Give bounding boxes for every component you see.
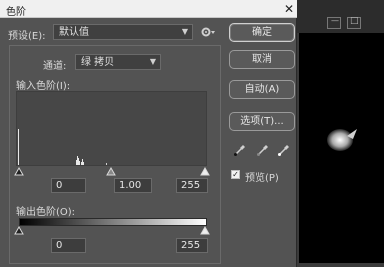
- output-black-value: 0: [56, 240, 63, 251]
- chevron-down-icon: ▼: [149, 57, 156, 66]
- histogram-graph: [18, 129, 107, 165]
- preset-label: 预设(E):: [8, 31, 46, 42]
- output-levels-label: 输出色阶(O):: [16, 207, 76, 218]
- maximize-icon: □: [350, 16, 359, 26]
- checkmark-icon: ✓: [232, 170, 239, 179]
- gray-eyedropper-icon[interactable]: [256, 143, 270, 157]
- output-white-field[interactable]: 255: [176, 238, 208, 253]
- input-slider-track[interactable]: [14, 167, 214, 177]
- gear-icon: [201, 27, 215, 37]
- dialog-titlebar: 色阶 ✕: [0, 0, 297, 18]
- dialog-title: 色阶: [6, 7, 26, 18]
- options-button[interactable]: 选项(T)...: [229, 112, 295, 131]
- canvas-image: [327, 129, 357, 151]
- channel-dropdown[interactable]: 绿 拷贝 ▼: [75, 54, 161, 70]
- input-black-point-handle: [14, 167, 24, 176]
- output-white-value: 255: [181, 240, 201, 251]
- preview-checkbox[interactable]: ✓: [231, 170, 240, 179]
- output-gradient-bar: [19, 218, 207, 226]
- close-icon[interactable]: ✕: [281, 0, 297, 18]
- chevron-down-icon: ▼: [181, 27, 188, 36]
- input-gamma-handle: [106, 167, 116, 176]
- document-canvas[interactable]: [299, 33, 384, 263]
- input-gamma-field[interactable]: 1.00: [114, 178, 152, 193]
- auto-button[interactable]: 自动(A): [229, 80, 295, 99]
- cancel-button[interactable]: 取消: [229, 50, 295, 69]
- input-gamma-value: 1.00: [119, 180, 142, 191]
- input-white-point-handle: [200, 167, 210, 176]
- ok-button[interactable]: 确定: [229, 23, 295, 42]
- black-eyedropper-icon[interactable]: [233, 143, 247, 157]
- maximize-button[interactable]: □: [347, 16, 361, 29]
- output-slider-track[interactable]: [14, 226, 214, 236]
- input-white-value: 255: [181, 180, 201, 191]
- preset-options-button[interactable]: [200, 26, 216, 38]
- preview-label: 预览(P): [245, 173, 279, 184]
- channel-value: 绿 拷贝: [81, 57, 115, 68]
- input-black-value: 0: [56, 180, 63, 191]
- minimize-icon: —: [331, 16, 339, 25]
- input-white-field[interactable]: 255: [176, 178, 208, 193]
- output-white-point-handle: [200, 226, 210, 235]
- minimize-button[interactable]: —: [327, 16, 341, 29]
- output-black-field[interactable]: 0: [51, 238, 86, 253]
- white-eyedropper-icon[interactable]: [277, 143, 291, 157]
- preset-dropdown[interactable]: 默认值 ▼: [53, 24, 193, 40]
- input-black-field[interactable]: 0: [51, 178, 86, 193]
- preset-value: 默认值: [59, 27, 89, 38]
- output-black-point-handle: [14, 226, 24, 235]
- channel-label: 通道:: [43, 61, 67, 72]
- histogram: [16, 91, 207, 166]
- input-levels-label: 输入色阶(I):: [16, 81, 71, 92]
